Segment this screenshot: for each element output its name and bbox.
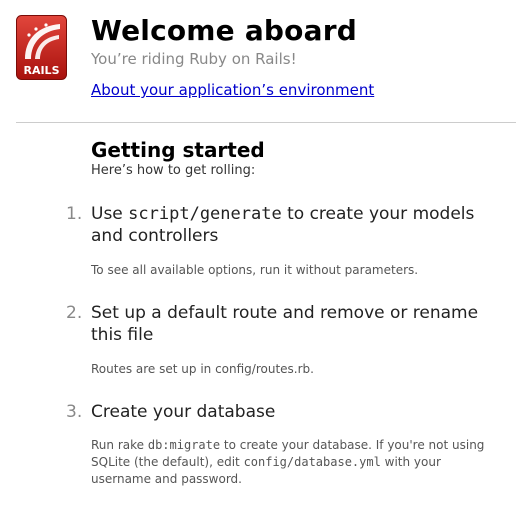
environment-link[interactable]: About your application’s environment — [91, 80, 374, 100]
step-description: Run rake db:migrate to create your datab… — [91, 437, 491, 488]
getting-started-section: Getting started Here’s how to get rollin… — [91, 137, 511, 179]
getting-started-intro: Here’s how to get rolling: — [91, 163, 256, 178]
step-number: 3. — [66, 402, 83, 422]
step-number: 2. — [66, 303, 83, 323]
step-description: To see all available options, run it wit… — [91, 263, 419, 277]
divider — [16, 122, 516, 123]
step-desc-code: config/database.yml — [243, 455, 381, 469]
page-title: Welcome aboard — [91, 14, 357, 47]
step-title: Use script/generate to create your model… — [91, 203, 491, 247]
step-title: Set up a default route and remove or ren… — [91, 303, 479, 345]
rails-logo: RAILS — [16, 15, 67, 80]
header: Welcome aboard You’re riding Ruby on Rai… — [91, 14, 521, 100]
step-title-text: Use — [91, 204, 129, 224]
step-desc-text: Run rake — [91, 438, 148, 452]
page-subtitle: You’re riding Ruby on Rails! — [91, 50, 297, 68]
step-number: 1. — [66, 204, 83, 224]
rails-logo-icon: RAILS — [16, 15, 67, 80]
logo-text: RAILS — [23, 64, 59, 77]
getting-started-heading: Getting started — [91, 138, 265, 162]
step-title-code: script/generate — [128, 204, 282, 224]
step-desc-code: db:migrate — [147, 438, 221, 452]
step-title: Create your database — [91, 402, 276, 422]
page: RAILS Welcome aboard You’re riding Ruby … — [0, 0, 530, 528]
step-description: Routes are set up in config/routes.rb. — [91, 362, 314, 376]
